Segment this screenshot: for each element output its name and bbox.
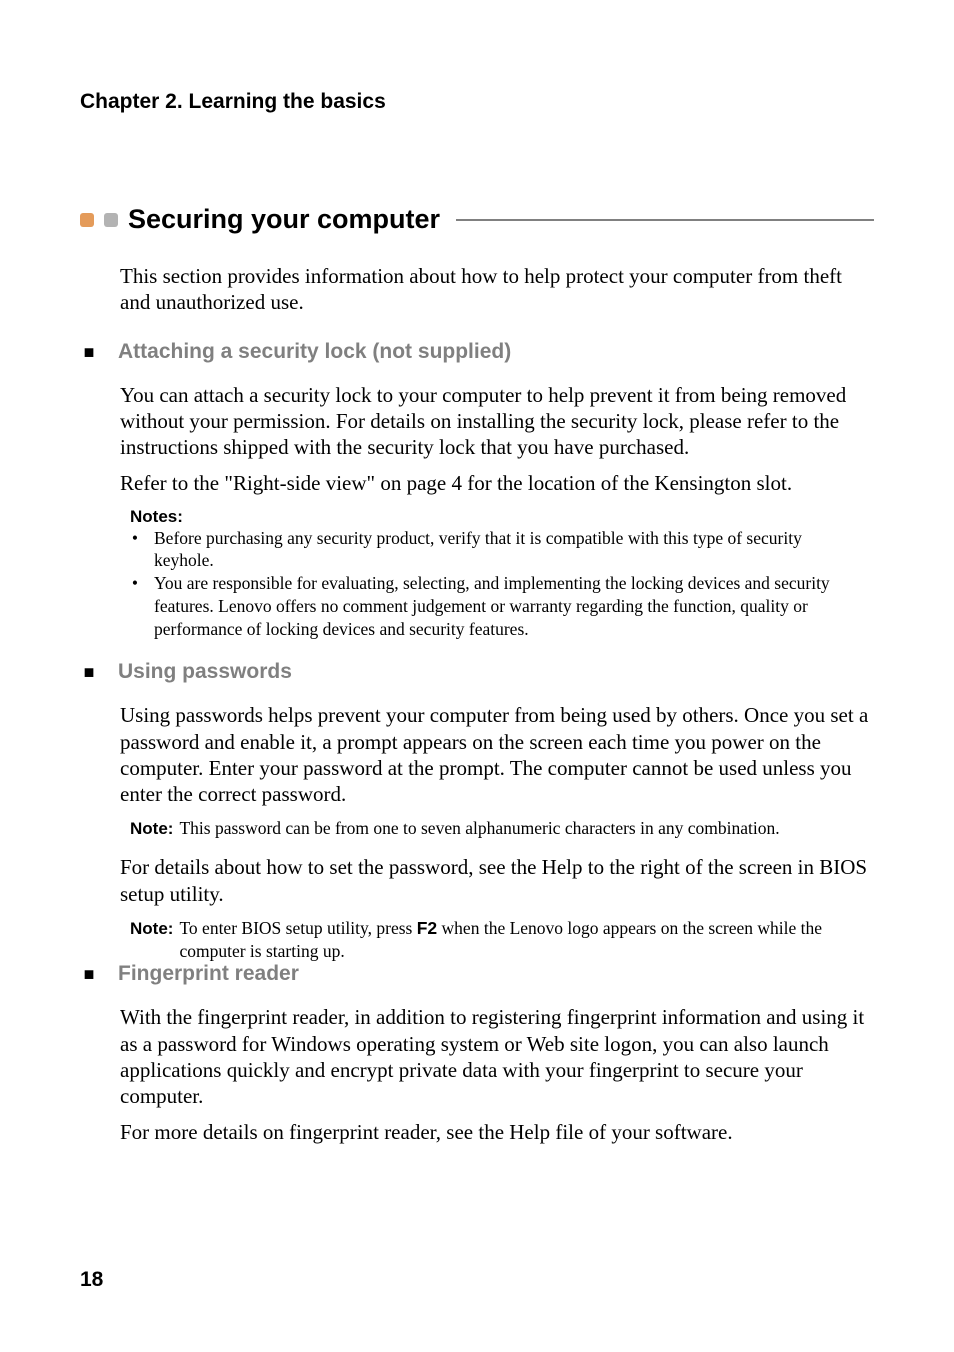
section-title: Securing your computer — [128, 204, 440, 235]
note-item: • Before purchasing any security product… — [130, 527, 844, 573]
body-paragraph: For more details on fingerprint reader, … — [120, 1119, 874, 1145]
note-text: Before purchasing any security product, … — [154, 527, 844, 573]
page-number: 18 — [80, 1268, 103, 1292]
bullet-icon: • — [130, 527, 140, 573]
body-paragraph: With the fingerprint reader, in addition… — [120, 1004, 874, 1109]
notes-label: Notes: — [130, 507, 844, 527]
subsection-title: Fingerprint reader — [118, 962, 299, 986]
note-label: Note: — [130, 918, 173, 940]
note-text: This password can be from one to seven a… — [179, 817, 854, 840]
note-inline: Note: This password can be from one to s… — [130, 817, 854, 840]
square-bullet-icon: ■ — [80, 662, 98, 683]
square-bullet-icon: ■ — [80, 964, 98, 985]
title-divider-line — [456, 219, 874, 221]
notes-block: Notes: • Before purchasing any security … — [130, 507, 844, 641]
note-item: • You are responsible for evaluating, se… — [130, 572, 844, 640]
subsection-title: Using passwords — [118, 660, 292, 684]
subsection-heading-row: ■ Using passwords — [80, 660, 874, 684]
body-paragraph: Using passwords helps prevent your compu… — [120, 702, 874, 807]
bullet-icon: • — [130, 572, 140, 640]
note-text-part: To enter BIOS setup utility, press — [179, 918, 416, 938]
note-label: Note: — [130, 818, 173, 840]
document-page: Chapter 2. Learning the basics Securing … — [0, 0, 954, 1216]
subsection-title: Attaching a security lock (not supplied) — [118, 340, 511, 364]
chapter-header: Chapter 2. Learning the basics — [80, 90, 874, 114]
note-inline: Note: To enter BIOS setup utility, press… — [130, 917, 854, 963]
body-paragraph: Refer to the "Right-side view" on page 4… — [120, 470, 874, 496]
square-bullet-orange-icon — [80, 213, 94, 227]
note-text: You are responsible for evaluating, sele… — [154, 572, 844, 640]
body-paragraph: For details about how to set the passwor… — [120, 854, 874, 907]
note-text: To enter BIOS setup utility, press F2 wh… — [179, 917, 854, 963]
keyboard-key: F2 — [417, 918, 437, 938]
square-bullet-gray-icon — [104, 213, 118, 227]
section-intro: This section provides information about … — [120, 263, 874, 316]
subsection-heading-row: ■ Attaching a security lock (not supplie… — [80, 340, 874, 364]
square-bullet-icon: ■ — [80, 342, 98, 363]
body-paragraph: You can attach a security lock to your c… — [120, 382, 874, 461]
section-heading-row: Securing your computer — [80, 204, 874, 235]
subsection-heading-row: ■ Fingerprint reader — [80, 962, 874, 986]
